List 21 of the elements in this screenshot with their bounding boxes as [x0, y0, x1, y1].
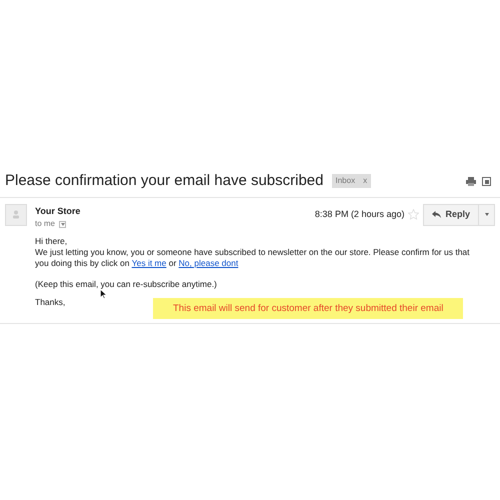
confirm-link[interactable]: Yes it me — [132, 258, 166, 268]
message-paragraph: We just letting you know, you or someone have subscribed to newsletter on the our store. Please confirm for us that you doing this by click on Yes it me or No, please dont — [35, 247, 471, 269]
email-time: 8:38 PM (2 hours ago) — [314, 208, 404, 221]
closing-text: Thanks, — [35, 297, 66, 308]
email-subject: Please confirmation your email have subscribed — [5, 171, 324, 191]
callout-note: This email will send for customer after they submitted their email — [153, 298, 464, 319]
greeting-text: Hi there, — [35, 236, 68, 247]
inbox-label[interactable]: Inbox x — [332, 174, 372, 188]
note-text: (Keep this email, you can re-subscribe anytime.) — [35, 279, 218, 290]
print-icon[interactable] — [466, 176, 476, 186]
caret-icon — [484, 213, 488, 216]
reply-arrow-icon — [432, 211, 442, 218]
cursor-icon — [100, 289, 107, 299]
avatar — [5, 204, 27, 226]
reply-button[interactable]: Reply — [423, 204, 479, 226]
sender-name: Your Store — [35, 204, 80, 218]
decline-link[interactable]: No, please dont — [178, 258, 238, 268]
recipient-text: to me — [35, 218, 56, 230]
new-window-icon[interactable] — [482, 176, 491, 186]
star-icon[interactable] — [408, 209, 420, 220]
details-toggle[interactable] — [59, 220, 66, 228]
